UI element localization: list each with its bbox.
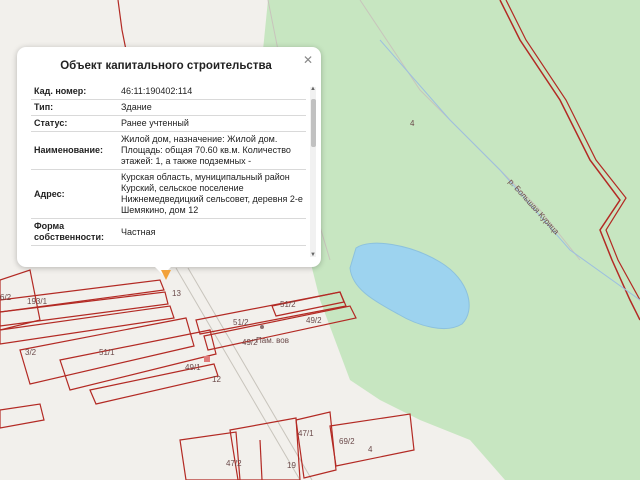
value-address: Курская область, муниципальный район Кур…	[118, 169, 306, 219]
parcel-label-3-2: 3/2	[25, 348, 37, 357]
parcel-label-19: 19	[287, 461, 296, 470]
monument-icon	[260, 325, 264, 329]
row-name: Наименование: Жилой дом, назначение: Жило…	[31, 131, 306, 170]
parcel-label-49-2a: 49/2	[306, 316, 322, 325]
forest-parcel-label: 4	[410, 119, 415, 128]
object-info-popup: Объект капитального строительства ✕ Кад.…	[17, 47, 321, 275]
parcel-label-6-2: 6/2	[0, 293, 12, 302]
scrollbar-thumb[interactable]	[311, 99, 316, 147]
object-location-marker[interactable]	[161, 270, 171, 280]
value-name: Жилой дом, назначение: Жилой дом. Площад…	[118, 131, 306, 170]
building-marker	[204, 356, 210, 362]
scroll-down-icon[interactable]: ▼	[310, 252, 316, 258]
value-ownership: Частная	[118, 218, 306, 246]
row-address: Адрес: Курская область, муниципальный рай…	[31, 169, 306, 219]
label-status: Статус:	[31, 115, 118, 132]
row-status: Статус: Ранее учтенный	[31, 115, 306, 132]
label-type: Тип:	[31, 99, 118, 116]
parcel-label-47-2: 47/2	[226, 459, 242, 468]
parcel-label-51-1: 51/1	[99, 348, 115, 357]
value-type: Здание	[118, 99, 306, 116]
parcel-label-193-1: 193/1	[27, 297, 48, 306]
label-ownership: Форма собственности:	[31, 218, 118, 246]
value-cadastral-number: 46:11:190402:114	[118, 84, 306, 100]
parcel-label-13: 13	[172, 289, 181, 298]
parcel-label-12: 12	[212, 375, 221, 384]
label-cadastral-number: Кад. номер:	[31, 84, 118, 100]
parcel-label-51-2a: 51/2	[233, 318, 249, 327]
parcel-label-49-1: 49/1	[185, 363, 201, 372]
parcel-label-69-2: 69/2	[339, 437, 355, 446]
monument-label: Пам. вов	[256, 336, 289, 345]
parcel-label-51-2b: 51/2	[280, 300, 296, 309]
popup-title: Объект капитального строительства	[60, 60, 272, 72]
row-ownership: Форма собственности: Частная	[31, 218, 306, 246]
label-name: Наименование:	[31, 131, 118, 170]
row-cadastral-number: Кад. номер: 46:11:190402:114	[31, 84, 306, 100]
row-type: Тип: Здание	[31, 99, 306, 116]
label-address: Адрес:	[31, 169, 118, 219]
scroll-up-icon[interactable]: ▲	[310, 86, 316, 92]
value-status: Ранее учтенный	[118, 115, 306, 132]
parcel-label-47-1: 47/1	[298, 429, 314, 438]
close-icon[interactable]: ✕	[303, 53, 313, 67]
parcel-label-4: 4	[368, 445, 373, 454]
popup-info-table: Кад. номер: 46:11:190402:114 Тип: Здание С…	[31, 84, 306, 258]
